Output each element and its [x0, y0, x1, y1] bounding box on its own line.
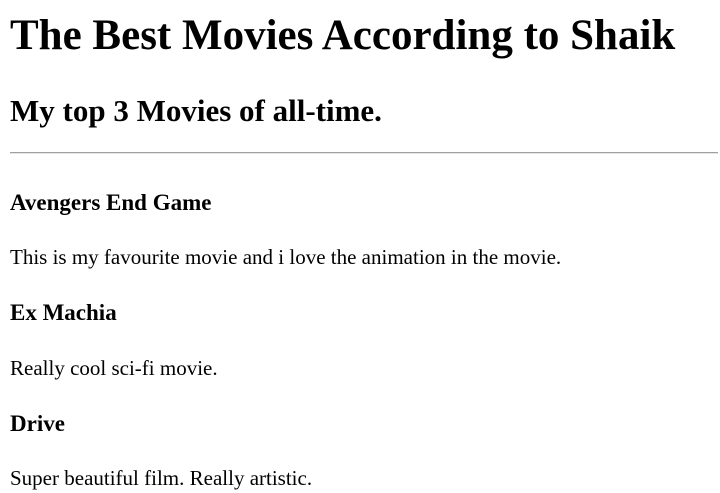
divider [10, 152, 718, 154]
movie-description: This is my favourite movie and i love th… [10, 245, 562, 269]
movie-title: Avengers End Game [10, 190, 212, 215]
page: The Best Movies According to Shaik My to… [0, 0, 720, 493]
movie-description: Super beautiful film. Really artistic. [10, 466, 313, 490]
movie-description: Really cool sci-fi movie. [10, 356, 218, 380]
movie-title: Ex Machia [10, 300, 117, 325]
movie-title: Drive [10, 411, 65, 436]
page-subtitle: My top 3 Movies of all-time. [10, 93, 382, 128]
page-title: The Best Movies According to Shaik [10, 12, 676, 59]
